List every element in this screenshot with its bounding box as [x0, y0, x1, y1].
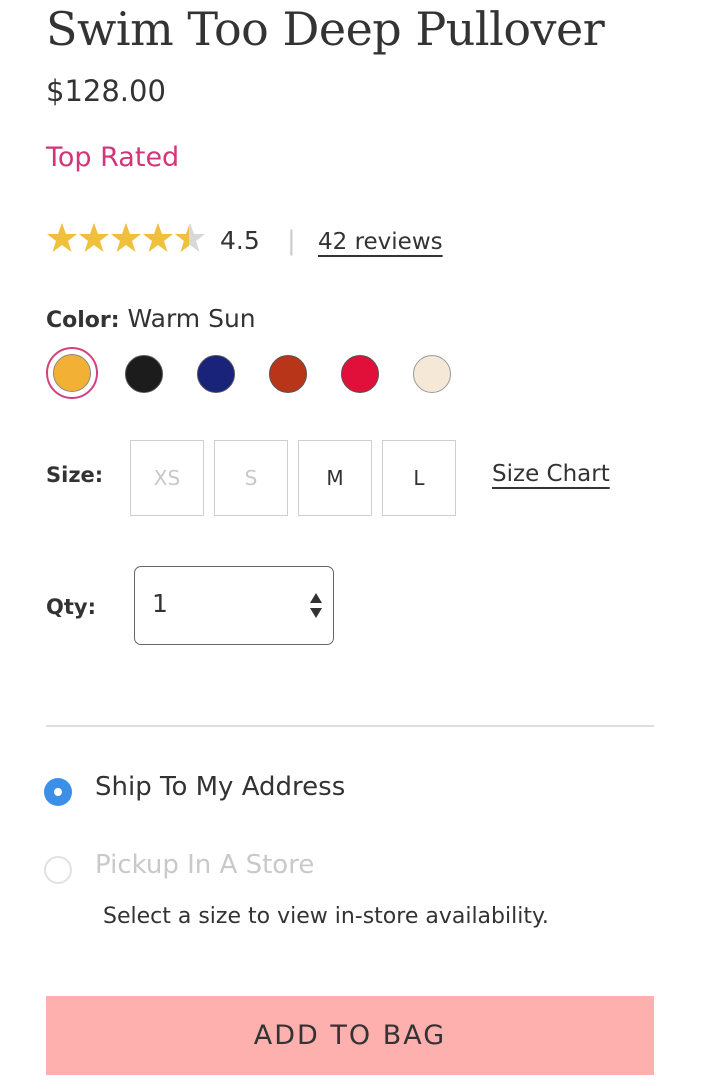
pickup-option-label[interactable]: Pickup In A Store — [95, 850, 314, 880]
star-icon — [111, 223, 141, 252]
quantity-value: 1 — [152, 589, 168, 618]
ship-radio[interactable] — [44, 778, 72, 806]
qty-label: Qty: — [46, 595, 96, 619]
section-divider — [46, 725, 654, 727]
selected-color-name: Warm Sun — [127, 304, 256, 333]
select-arrows-icon — [310, 593, 322, 618]
size-label: Size: — [46, 463, 104, 487]
color-label: Color: — [46, 308, 120, 333]
color-swatch-warm-sun[interactable] — [46, 347, 98, 399]
color-swatch-red[interactable] — [341, 355, 379, 393]
top-rated-badge: Top Rated — [46, 142, 180, 173]
rating-divider: | — [287, 226, 296, 256]
star-icon — [143, 223, 173, 252]
star-icon — [47, 223, 77, 252]
store-availability-message: Select a size to view in-store availabil… — [103, 904, 549, 929]
star-icon — [79, 223, 109, 252]
quantity-select[interactable]: 1 — [134, 566, 334, 645]
size-option-l[interactable]: L — [382, 440, 456, 516]
product-title: Swim Too Deep Pullover — [46, 2, 605, 56]
half-star-icon — [175, 223, 205, 252]
star-rating — [47, 223, 205, 252]
size-chart-link[interactable]: Size Chart — [492, 461, 610, 487]
color-swatch-cream[interactable] — [413, 355, 451, 393]
size-option-xs[interactable]: XS — [130, 440, 204, 516]
swatch-fill — [53, 354, 91, 392]
pickup-radio[interactable] — [44, 856, 72, 884]
size-option-m[interactable]: M — [298, 440, 372, 516]
reviews-link[interactable]: 42 reviews — [318, 229, 443, 255]
color-swatch-rust[interactable] — [269, 355, 307, 393]
color-swatch-navy[interactable] — [197, 355, 235, 393]
size-option-s[interactable]: S — [214, 440, 288, 516]
color-selection: Color: Warm Sun — [46, 304, 256, 333]
color-swatch-black[interactable] — [125, 355, 163, 393]
ship-option-label[interactable]: Ship To My Address — [95, 772, 345, 802]
rating-value: 4.5 — [220, 226, 260, 255]
product-price: $128.00 — [46, 74, 166, 108]
add-to-bag-button[interactable]: ADD TO BAG — [46, 996, 654, 1075]
